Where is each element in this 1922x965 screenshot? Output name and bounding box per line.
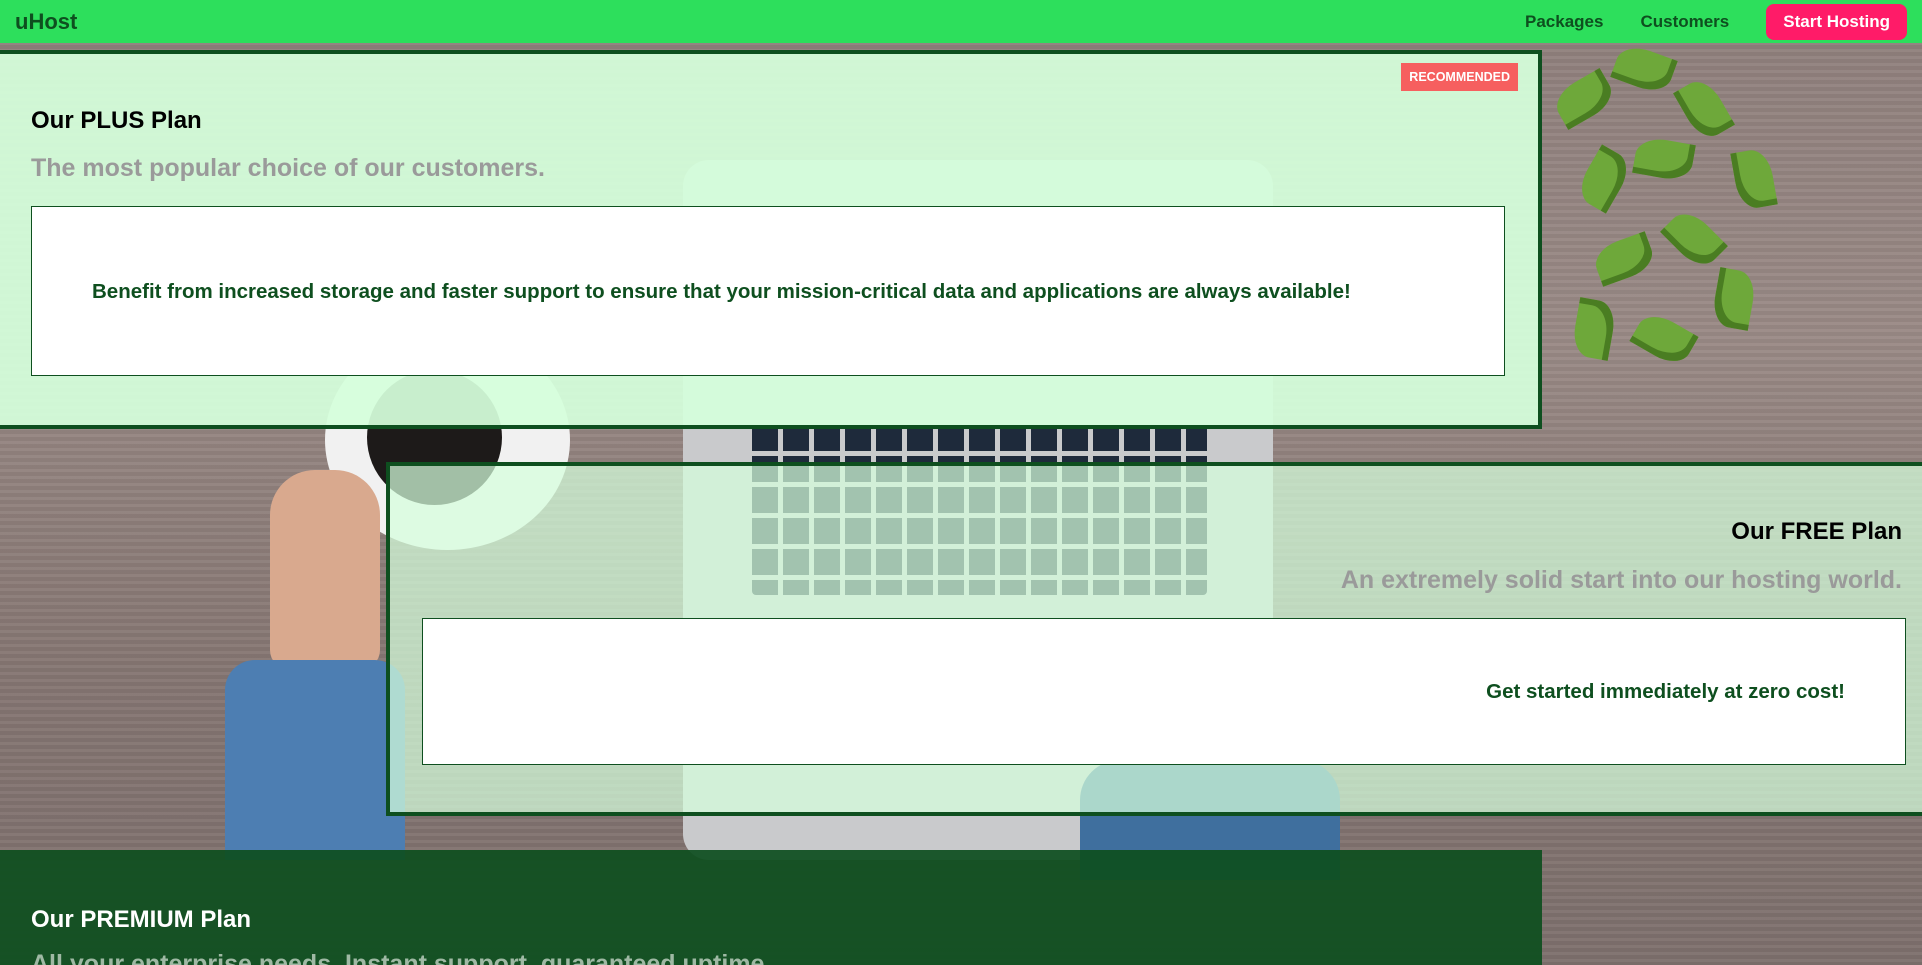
leaf (1549, 68, 1619, 130)
plan-title: Our PREMIUM Plan (31, 906, 252, 933)
plan-subtitle: All your enterprise needs. Instant suppo… (31, 950, 772, 965)
plan-subtitle: The most popular choice of our customers… (31, 154, 545, 182)
nav-link-customers[interactable]: Customers (1640, 12, 1729, 32)
hand-illustration (270, 470, 380, 670)
plan-description: Get started immediately at zero cost! (1486, 680, 1845, 703)
brand-logo-link[interactable]: uHost (15, 9, 77, 35)
leaf (1590, 231, 1658, 287)
plan-description-box: Benefit from increased storage and faste… (31, 206, 1505, 376)
plan-title: Our PLUS Plan (31, 107, 202, 134)
plan-card-premium: Our PREMIUM Plan All your enterprise nee… (0, 850, 1542, 965)
start-hosting-button[interactable]: Start Hosting (1766, 3, 1907, 40)
leaf (1632, 135, 1696, 183)
leaf (1660, 205, 1728, 273)
plant-illustration (1535, 40, 1795, 390)
leaf (1710, 267, 1758, 331)
nav-link-packages[interactable]: Packages (1525, 12, 1603, 32)
plan-card-plus: RECOMMENDED Our PLUS Plan The most popul… (0, 50, 1542, 429)
main-nav: Packages Customers Start Hosting (1525, 3, 1907, 40)
leaf (1610, 41, 1678, 97)
leaf (1573, 144, 1635, 214)
plan-title: Our FREE Plan (1731, 518, 1902, 545)
plan-card-free: Our FREE Plan An extremely solid start i… (386, 462, 1922, 816)
plan-description: Benefit from increased storage and faste… (92, 279, 1351, 303)
leaf (1629, 308, 1699, 370)
leaf (1730, 147, 1778, 211)
leaf (1570, 297, 1618, 361)
main-header: uHost Packages Customers Start Hosting (0, 0, 1922, 43)
leaf (1673, 74, 1735, 144)
sleeve-illustration (225, 660, 405, 860)
plan-description-box: Get started immediately at zero cost! (422, 618, 1906, 765)
recommended-badge: RECOMMENDED (1401, 63, 1518, 91)
plan-subtitle: An extremely solid start into our hostin… (1340, 566, 1902, 594)
